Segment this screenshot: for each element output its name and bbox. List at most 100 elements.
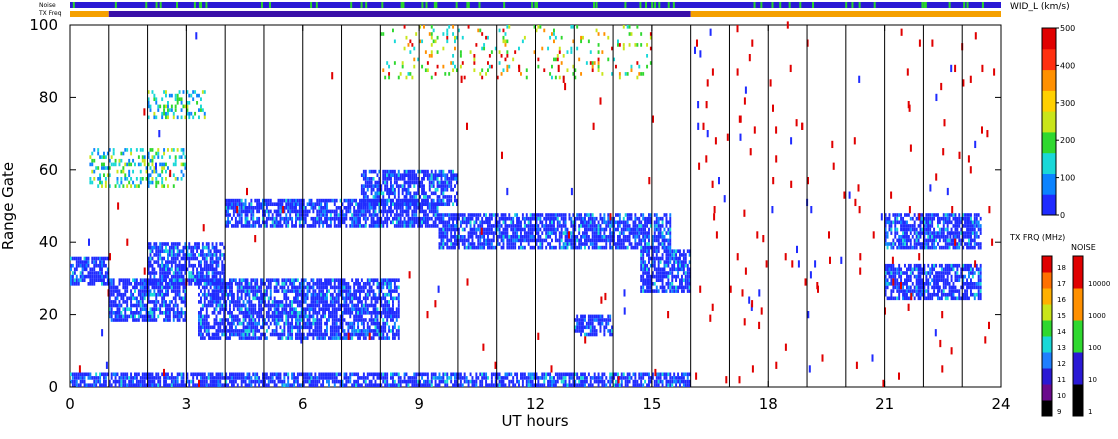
echo-cell (384, 187, 387, 192)
echo-cell (139, 282, 142, 286)
echo-cell (201, 267, 204, 272)
echo-cell (966, 242, 969, 246)
echo-cell (485, 238, 488, 243)
echo-cell (114, 300, 117, 304)
echo-cell (326, 209, 328, 214)
echo-cell (382, 285, 385, 290)
echo-cell (902, 245, 905, 250)
echo-cell (360, 224, 363, 228)
echo-cell (196, 267, 199, 272)
echo-cell (399, 213, 402, 217)
echo-cell (240, 307, 243, 312)
echo-cell (547, 216, 550, 221)
echo-cell (201, 278, 204, 283)
echo-cell (289, 314, 292, 319)
echo-cell (386, 307, 389, 312)
echo-cell (231, 289, 233, 293)
echo-cell (531, 231, 534, 235)
echo-cell (122, 318, 125, 322)
echo-cell (372, 195, 375, 199)
echo-cell (155, 303, 158, 308)
echo-cell (384, 300, 387, 304)
echo-cell (539, 238, 542, 243)
echo-cell (454, 231, 456, 235)
echo-cell (250, 206, 253, 210)
echo-cell (556, 224, 559, 228)
echo-cell (634, 238, 637, 243)
echo-cell (258, 285, 261, 290)
echo-cell (112, 303, 115, 308)
echo-cell (296, 213, 299, 217)
echo-cell (143, 307, 146, 312)
echo-cell (977, 245, 980, 250)
echo-cell (434, 216, 437, 221)
echo-cell (518, 238, 520, 243)
echo-cell (364, 303, 367, 308)
echo-cell (347, 296, 350, 301)
echo-cell (227, 198, 230, 203)
echo-cell (622, 231, 625, 235)
echo-cell (248, 209, 251, 214)
echo-cell (405, 169, 408, 174)
echo-cell (382, 173, 385, 178)
echo-cell (103, 260, 105, 264)
echo-cell (149, 249, 152, 254)
echo-cell (607, 238, 610, 243)
echo-cell (430, 184, 433, 188)
echo-cell (209, 263, 212, 268)
echo-cell (403, 216, 406, 221)
echo-cell (502, 245, 505, 250)
echo-cell (423, 213, 425, 217)
echo-cell (376, 184, 379, 188)
echo-cell (595, 231, 598, 235)
echo-cell (95, 274, 98, 279)
echo-cell (388, 336, 391, 340)
echo-cell (283, 325, 286, 330)
noise-speck (365, 2, 368, 8)
echo-cell (353, 292, 356, 297)
echo-cell (376, 224, 379, 228)
echo-cell (134, 314, 136, 319)
echo-cell (227, 296, 230, 301)
echo-cell (165, 285, 167, 290)
echo-cell (927, 213, 930, 217)
echo-cell (644, 238, 647, 243)
echo-cell (634, 245, 637, 250)
echo-cell (438, 173, 441, 178)
echo-cell (659, 274, 662, 279)
echo-cell (413, 169, 416, 174)
echo-cell (283, 220, 286, 225)
echo-cell (213, 278, 216, 283)
echo-cell (686, 278, 689, 283)
echo-cell (314, 329, 317, 333)
echo-cell (890, 224, 893, 228)
echo-cell (359, 314, 361, 319)
echo-cell (351, 321, 354, 326)
echo-cell (331, 329, 334, 333)
echo-cell (182, 263, 185, 268)
echo-cell (248, 202, 251, 207)
echo-cell (345, 307, 348, 312)
echo-cell (609, 231, 612, 235)
echo-cell (124, 285, 127, 290)
echo-cell (139, 296, 142, 301)
echo-cell (244, 336, 247, 340)
echo-cell (306, 318, 309, 322)
echo-cell (200, 321, 202, 326)
echo-cell (452, 227, 455, 232)
echo-cell (287, 202, 290, 207)
echo-cell (360, 209, 363, 214)
echo-cell (907, 289, 910, 293)
echo-cell (219, 321, 222, 326)
echo-cell (281, 329, 284, 333)
echo-cell (545, 238, 548, 243)
echo-cell (201, 253, 204, 257)
echo-cell (192, 274, 195, 279)
echo-cell (669, 227, 672, 232)
echo-cell (238, 336, 241, 340)
echo-cell (376, 213, 379, 217)
echo-cell (913, 213, 916, 217)
echo-cell (328, 224, 330, 228)
echo-cell (640, 253, 643, 257)
echo-cell (217, 285, 220, 290)
